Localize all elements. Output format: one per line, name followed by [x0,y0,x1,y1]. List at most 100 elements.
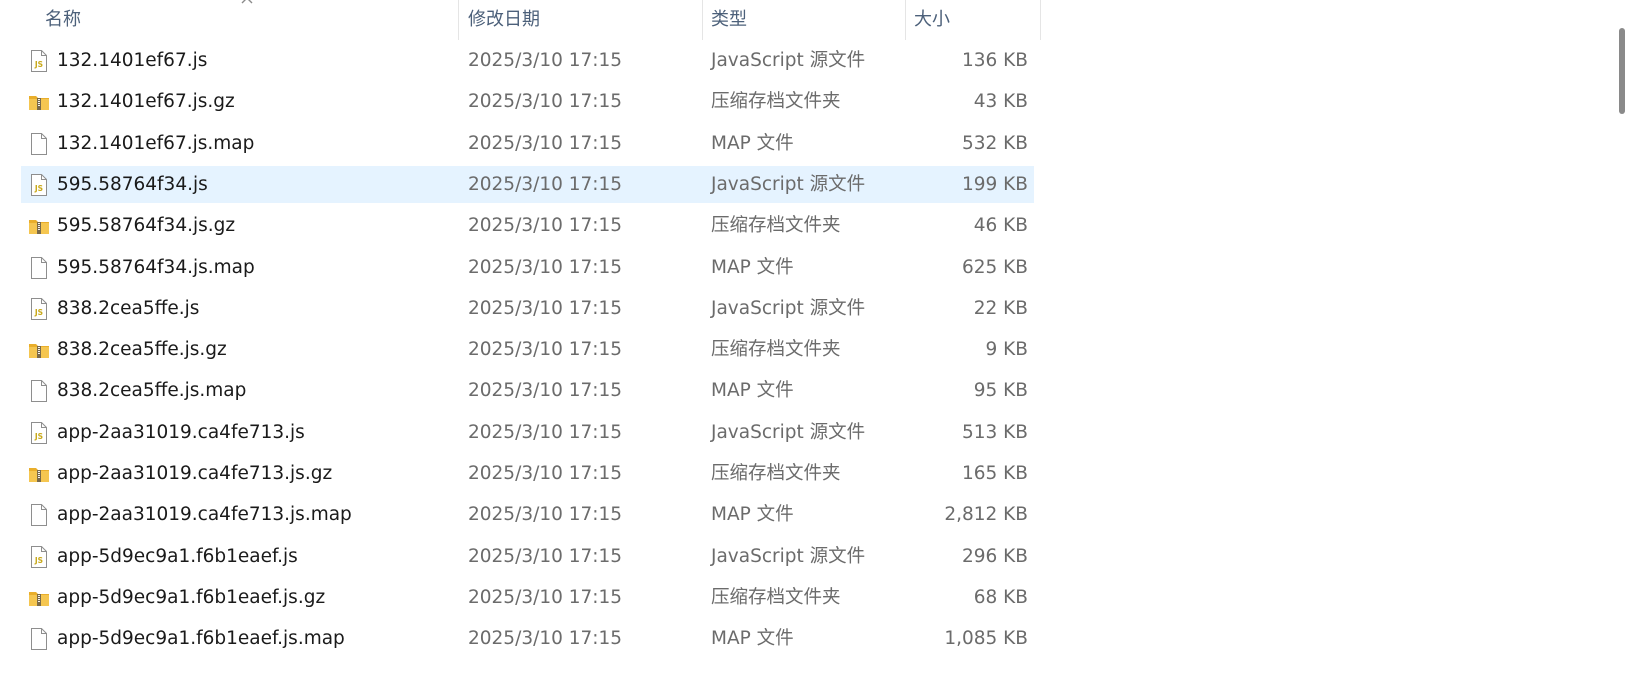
svg-text:JS: JS [34,184,43,193]
file-row[interactable]: JS 838.2cea5ffe.js 2025/3/10 17:15 JavaScri… [21,290,1034,327]
js-file-icon: JS [28,297,50,321]
file-size: 9 KB [985,339,1028,361]
file-name: app-2aa31019.ca4fe713.js.gz [57,463,333,484]
file-date-modified: 2025/3/10 17:15 [468,545,623,567]
file-type: JavaScript 源文件 [711,173,866,195]
scrollbar-thumb[interactable] [1619,28,1625,114]
file-row[interactable]: app-2aa31019.ca4fe713.js.map 2025/3/10 17… [21,496,1034,533]
column-header-name[interactable]: 名称 [45,0,81,40]
file-name: 838.2cea5ffe.js [57,297,200,319]
blank-file-icon [28,256,50,280]
file-date-modified: 2025/3/10 17:15 [468,586,623,608]
file-name: 595.58764f34.js.gz [57,215,236,237]
file-name: app-2aa31019.ca4fe713.js.map [57,504,352,526]
file-row[interactable]: app-2aa31019.ca4fe713.js.gz 2025/3/10 17:… [21,455,1034,492]
file-name: app-5d9ec9a1.f6b1eaef.js [57,545,298,567]
file-type: 压缩存档文件夹 [711,586,841,608]
file-size: 68 KB [973,586,1028,608]
file-size: 43 KB [973,91,1028,113]
file-size: 296 KB [961,545,1028,567]
column-header-bar: 名称 修改日期 类型 大小 [0,0,1041,40]
column-separator[interactable] [458,0,459,40]
file-date-modified: 2025/3/10 17:15 [468,463,623,484]
file-date-modified: 2025/3/10 17:15 [468,132,623,154]
file-type: 压缩存档文件夹 [711,215,841,237]
file-type: 压缩存档文件夹 [711,463,841,484]
file-row[interactable]: 838.2cea5ffe.js.gz 2025/3/10 17:15 压缩存档文件夹… [21,331,1034,368]
file-type: MAP 文件 [711,504,794,526]
blank-file-icon [28,379,50,403]
file-type: JavaScript 源文件 [711,297,866,319]
blank-file-icon [28,503,50,527]
file-type: 压缩存档文件夹 [711,339,841,361]
column-separator[interactable] [1040,0,1041,40]
file-date-modified: 2025/3/10 17:15 [468,380,623,402]
file-row[interactable]: JS app-2aa31019.ca4fe713.js 2025/3/10 17:1… [21,414,1034,451]
zip-folder-icon [28,214,50,238]
file-date-modified: 2025/3/10 17:15 [468,50,623,71]
vertical-scrollbar[interactable] [1607,0,1635,688]
file-name: 132.1401ef67.js.map [57,132,255,154]
file-name: 132.1401ef67.js.gz [57,91,235,113]
file-date-modified: 2025/3/10 17:15 [468,297,623,319]
column-separator[interactable] [702,0,703,40]
file-row[interactable]: 595.58764f34.js.map 2025/3/10 17:15 MAP 文件… [21,249,1034,286]
file-date-modified: 2025/3/10 17:15 [468,628,623,650]
file-date-modified: 2025/3/10 17:15 [468,339,623,361]
file-row[interactable]: JS 595.58764f34.js 2025/3/10 17:15 JavaScri… [21,165,1034,203]
blank-file-icon [28,132,50,156]
file-size: 165 KB [961,463,1028,484]
file-size: 199 KB [961,173,1028,195]
file-date-modified: 2025/3/10 17:15 [468,421,623,443]
file-date-modified: 2025/3/10 17:15 [468,504,623,526]
file-type: JavaScript 源文件 [711,421,866,443]
file-row[interactable]: 595.58764f34.js.gz 2025/3/10 17:15 压缩存档文件夹… [21,207,1034,244]
svg-text:JS: JS [34,60,43,69]
file-size: 46 KB [973,215,1028,237]
file-date-modified: 2025/3/10 17:15 [468,256,623,278]
svg-text:JS: JS [34,556,43,565]
zip-folder-icon [28,462,50,486]
zip-folder-icon [28,586,50,610]
file-size: 2,812 KB [944,504,1028,526]
column-header-type[interactable]: 类型 [711,0,747,40]
file-size: 532 KB [961,132,1028,154]
file-row[interactable]: JS app-5d9ec9a1.f6b1eaef.js 2025/3/10 17:1… [21,538,1034,575]
file-size: 513 KB [961,421,1028,443]
file-name: 838.2cea5ffe.js.gz [57,339,227,361]
file-date-modified: 2025/3/10 17:15 [468,215,623,237]
file-type: MAP 文件 [711,256,794,278]
file-type: 压缩存档文件夹 [711,91,841,113]
file-row[interactable]: app-5d9ec9a1.f6b1eaef.js.map 2025/3/10 17… [21,620,1034,657]
file-size: 22 KB [973,297,1028,319]
sort-ascending-icon [241,0,253,4]
svg-text:JS: JS [34,308,43,317]
js-file-icon: JS [28,49,50,73]
file-name: 595.58764f34.js.map [57,256,255,278]
file-date-modified: 2025/3/10 17:15 [468,91,623,113]
file-type: MAP 文件 [711,132,794,154]
file-row[interactable]: 132.1401ef67.js.gz 2025/3/10 17:15 压缩存档文件夹… [21,83,1034,120]
js-file-icon: JS [28,545,50,569]
svg-text:JS: JS [34,432,43,441]
file-name: app-5d9ec9a1.f6b1eaef.js.gz [57,586,326,608]
file-size: 95 KB [973,380,1028,402]
file-type: JavaScript 源文件 [711,50,866,71]
file-type: MAP 文件 [711,628,794,650]
zip-folder-icon [28,338,50,362]
file-name: 838.2cea5ffe.js.map [57,380,247,402]
blank-file-icon [28,627,50,651]
column-header-date-modified[interactable]: 修改日期 [468,0,540,40]
file-type: MAP 文件 [711,380,794,402]
column-header-size[interactable]: 大小 [914,0,950,40]
file-row[interactable]: 132.1401ef67.js.map 2025/3/10 17:15 MAP 文件… [21,125,1034,162]
file-name: 132.1401ef67.js [57,50,208,71]
file-name: 595.58764f34.js [57,173,208,195]
file-size: 1,085 KB [944,628,1028,650]
file-date-modified: 2025/3/10 17:15 [468,173,623,195]
file-row[interactable]: JS 132.1401ef67.js 2025/3/10 17:15 JavaScri… [21,42,1034,79]
column-separator[interactable] [905,0,906,40]
file-row[interactable]: 838.2cea5ffe.js.map 2025/3/10 17:15 MAP 文件… [21,372,1034,409]
file-row[interactable]: app-5d9ec9a1.f6b1eaef.js.gz 2025/3/10 17:… [21,579,1034,616]
file-type: JavaScript 源文件 [711,545,866,567]
